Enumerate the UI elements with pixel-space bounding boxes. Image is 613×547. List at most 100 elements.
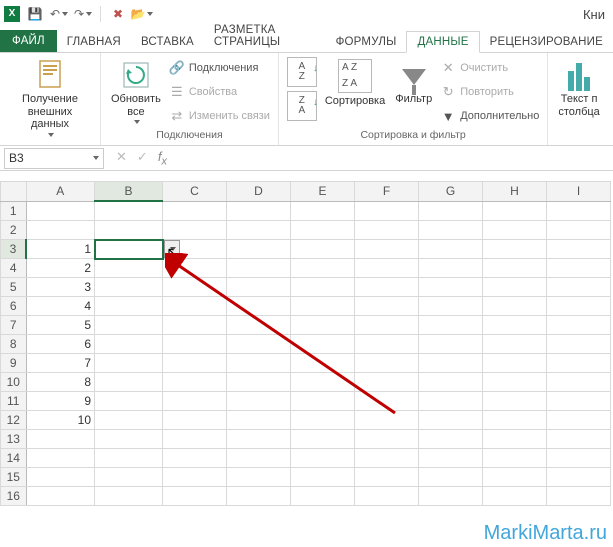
cell-F1[interactable]: [355, 201, 419, 221]
select-all-corner[interactable]: [1, 182, 27, 202]
cell-F7[interactable]: [355, 316, 419, 335]
column-header-F[interactable]: F: [355, 182, 419, 202]
cell-I6[interactable]: [547, 297, 611, 316]
cell-A5[interactable]: 3: [26, 278, 95, 297]
cell-D10[interactable]: [227, 373, 291, 392]
cell-B13[interactable]: [95, 430, 163, 449]
cell-D15[interactable]: [227, 468, 291, 487]
cell-B9[interactable]: [95, 354, 163, 373]
tab-data[interactable]: ДАННЫЕ: [406, 31, 479, 53]
cell-G16[interactable]: [419, 487, 483, 506]
cell-A8[interactable]: 6: [26, 335, 95, 354]
cell-H9[interactable]: [483, 354, 547, 373]
cell-B5[interactable]: [95, 278, 163, 297]
cell-F5[interactable]: [355, 278, 419, 297]
cell-A10[interactable]: 8: [26, 373, 95, 392]
cell-C10[interactable]: [163, 373, 227, 392]
tab-file[interactable]: ФАЙЛ: [0, 30, 57, 52]
name-box[interactable]: B3: [4, 148, 104, 169]
row-header-7[interactable]: 7: [1, 316, 27, 335]
cell-G13[interactable]: [419, 430, 483, 449]
cell-H4[interactable]: [483, 259, 547, 278]
remove-icon[interactable]: ✖: [109, 5, 127, 23]
cell-G4[interactable]: [419, 259, 483, 278]
cell-B4[interactable]: [95, 259, 163, 278]
cell-H10[interactable]: [483, 373, 547, 392]
formula-input[interactable]: [175, 148, 613, 168]
cell-A4[interactable]: 2: [26, 259, 95, 278]
cell-E9[interactable]: [291, 354, 355, 373]
cell-A6[interactable]: 4: [26, 297, 95, 316]
cell-C16[interactable]: [163, 487, 227, 506]
cell-A3[interactable]: 1: [26, 240, 95, 259]
tab-review[interactable]: РЕЦЕНЗИРОВАНИЕ: [480, 32, 613, 52]
row-header-11[interactable]: 11: [1, 392, 27, 411]
cell-C13[interactable]: [163, 430, 227, 449]
cell-B10[interactable]: [95, 373, 163, 392]
row-header-5[interactable]: 5: [1, 278, 27, 297]
row-header-10[interactable]: 10: [1, 373, 27, 392]
cell-I4[interactable]: [547, 259, 611, 278]
cell-H12[interactable]: [483, 411, 547, 430]
cell-H11[interactable]: [483, 392, 547, 411]
cell-G10[interactable]: [419, 373, 483, 392]
row-header-3[interactable]: 3: [1, 240, 27, 259]
cell-I1[interactable]: [547, 201, 611, 221]
cell-H2[interactable]: [483, 221, 547, 240]
excel-app-icon[interactable]: [4, 6, 20, 22]
cell-D6[interactable]: [227, 297, 291, 316]
tab-page-layout[interactable]: РАЗМЕТКА СТРАНИЦЫ: [204, 20, 326, 52]
cell-C11[interactable]: [163, 392, 227, 411]
row-header-13[interactable]: 13: [1, 430, 27, 449]
cell-G1[interactable]: [419, 201, 483, 221]
cell-I16[interactable]: [547, 487, 611, 506]
cell-A14[interactable]: [26, 449, 95, 468]
cell-E15[interactable]: [291, 468, 355, 487]
cell-C1[interactable]: [163, 201, 227, 221]
cell-I8[interactable]: [547, 335, 611, 354]
cell-I5[interactable]: [547, 278, 611, 297]
column-header-C[interactable]: C: [163, 182, 227, 202]
cell-G14[interactable]: [419, 449, 483, 468]
row-header-15[interactable]: 15: [1, 468, 27, 487]
cell-B6[interactable]: [95, 297, 163, 316]
cell-C4[interactable]: [163, 259, 227, 278]
cell-I7[interactable]: [547, 316, 611, 335]
cell-G11[interactable]: [419, 392, 483, 411]
row-header-12[interactable]: 12: [1, 411, 27, 430]
cell-H8[interactable]: [483, 335, 547, 354]
sort-button[interactable]: Сортировка: [323, 57, 387, 110]
undo-icon[interactable]: ↶: [50, 5, 68, 23]
cell-H5[interactable]: [483, 278, 547, 297]
cell-A16[interactable]: [26, 487, 95, 506]
filter-button[interactable]: Фильтр: [393, 57, 434, 108]
cell-E11[interactable]: [291, 392, 355, 411]
cell-F10[interactable]: [355, 373, 419, 392]
cell-F2[interactable]: [355, 221, 419, 240]
cell-H15[interactable]: [483, 468, 547, 487]
reapply-button[interactable]: ↻Повторить: [440, 81, 539, 103]
sort-asc-button[interactable]: ↓: [287, 57, 317, 87]
cell-I15[interactable]: [547, 468, 611, 487]
cell-I3[interactable]: [547, 240, 611, 259]
data-validation-dropdown-button[interactable]: [164, 240, 180, 258]
cell-B14[interactable]: [95, 449, 163, 468]
cell-D4[interactable]: [227, 259, 291, 278]
cell-B3[interactable]: [95, 240, 163, 259]
cell-D7[interactable]: [227, 316, 291, 335]
cell-C5[interactable]: [163, 278, 227, 297]
edit-links-button[interactable]: ⇄Изменить связи: [169, 105, 270, 127]
column-header-G[interactable]: G: [419, 182, 483, 202]
text-to-columns-button[interactable]: Текст п столбца: [556, 57, 601, 120]
sort-desc-button[interactable]: ↓: [287, 91, 317, 121]
cell-E7[interactable]: [291, 316, 355, 335]
cell-B12[interactable]: [95, 411, 163, 430]
cell-F4[interactable]: [355, 259, 419, 278]
grid[interactable]: ABCDEFGHI 123142536475869710811912101314…: [0, 181, 611, 506]
cell-E13[interactable]: [291, 430, 355, 449]
cell-H14[interactable]: [483, 449, 547, 468]
cell-F9[interactable]: [355, 354, 419, 373]
column-header-E[interactable]: E: [291, 182, 355, 202]
cell-G6[interactable]: [419, 297, 483, 316]
cell-F11[interactable]: [355, 392, 419, 411]
